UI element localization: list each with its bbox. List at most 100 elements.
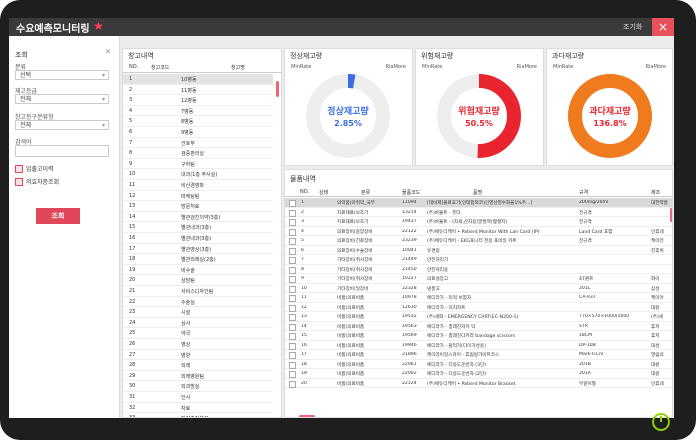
warehouse-type-select[interactable]: 전체 ▾ [15, 120, 109, 130]
row-checkbox[interactable] [289, 323, 296, 331]
reset-button[interactable]: 조기화 [623, 21, 642, 33]
power-icon[interactable] [652, 413, 670, 431]
table-row[interactable]: 5 의료장비(진료장비 23239 (주)에듀디케어 - EKG포니터 전용 포비일 … [285, 236, 672, 246]
item-name-cell: 의료설장고 [427, 277, 449, 282]
spec-cell: Land Card 포함 [579, 229, 613, 235]
search-button[interactable]: 조회 [36, 208, 80, 224]
table-row[interactable]: 5 8병동 [123, 116, 273, 127]
table-row[interactable]: 6 의료장비(수술장비 10041 유경링 진휴위 [285, 246, 672, 255]
table-row[interactable]: 17 별관영상(3층) [123, 244, 273, 255]
table-row[interactable]: 9 구하팀 [123, 159, 273, 170]
table-row[interactable]: 2 치료재료(보조기 13214 (주)바울트 - 퓨타 전규격 [285, 208, 672, 217]
row-checkbox[interactable] [289, 285, 296, 293]
table-row[interactable]: 18 비품(의료비품 22061 에디라가 - 다용도운반자 (3단) 201B 대원 [285, 360, 672, 369]
row-checkbox[interactable] [289, 209, 296, 217]
row-checkbox[interactable] [289, 266, 296, 274]
grade-select[interactable]: 전체 ▾ [15, 94, 109, 104]
row-checkbox[interactable] [289, 295, 296, 302]
row-checkbox[interactable] [289, 304, 296, 312]
table-row[interactable]: 2 11병동 [123, 85, 273, 96]
close-window-button[interactable]: × [652, 18, 674, 36]
table-row[interactable]: 10 내과(1층 주사실) [123, 169, 273, 180]
table-row[interactable]: 15 별관내과(3층) [123, 222, 273, 233]
stock-scrollbar-vertical[interactable] [670, 208, 672, 222]
table-row[interactable]: 12 비품(의료비품 12630 에디라가 - 처치카트 대원 [285, 303, 672, 312]
table-row[interactable]: 15 비품(의료비품 19569 에디라가 - 총래진다카라 bandage scis… [285, 331, 672, 341]
table-row[interactable]: 12 마케팅팀 [123, 191, 273, 202]
row-checkbox[interactable] [289, 219, 296, 226]
table-row[interactable]: 1 10병동 [123, 74, 273, 85]
row-checkbox[interactable] [289, 371, 296, 378]
warehouse-scrollbar[interactable] [276, 81, 279, 97]
item-code-cell: 12630 [402, 304, 417, 310]
table-row[interactable]: 3 치료재료(보조기 19437 (주)바울트 - (자세,산자용)말발목(짧절지) 전… [285, 217, 672, 227]
table-row[interactable]: 33 전략추진본부 [123, 413, 273, 417]
table-row[interactable]: 19 비수술 [123, 265, 273, 276]
table-row[interactable]: 3 12병동 [123, 95, 273, 106]
table-row[interactable]: 21 서비스디자인팀 [123, 286, 273, 297]
history-checkbox[interactable]: 입출고이력 [15, 164, 54, 174]
table-row[interactable]: 22 수술실 [123, 297, 273, 308]
table-row[interactable]: 9 기타장비(취사장비 10227 의료설장고 47퀀트 화이 [285, 274, 672, 284]
table-row[interactable]: 7 기타장비(취사장비 21449 안전처리기 [285, 255, 672, 265]
stock-scrollbar-horizontal[interactable] [299, 415, 315, 417]
table-row[interactable]: 18 별관외래실(2층) [123, 254, 273, 265]
table-row[interactable]: 27 영양 [123, 350, 273, 361]
warehouse-name: 전략추진본부 [181, 415, 209, 417]
table-row[interactable]: 20 비품(의료비품 22124 (주)에듀디케어 • Patient Monitor… [285, 379, 672, 388]
category-cell: 기타장비(취사장비 [337, 267, 373, 273]
table-row[interactable]: 7 건호부 [123, 138, 273, 149]
row-checkbox[interactable] [289, 361, 296, 369]
row-checkbox[interactable] [289, 228, 296, 236]
table-row[interactable]: 6 9병동 [123, 127, 273, 138]
inefficient-stock-checkbox[interactable]: 저효자증조회 [15, 177, 59, 187]
category-cell: 비품(의료비품 [337, 343, 365, 349]
table-row[interactable]: 13 비품(의료비품 19532 (주)세화 - EMERGENCY CART(EC-… [285, 312, 672, 322]
table-row[interactable]: 4 7병동 [123, 106, 273, 117]
table-row[interactable]: 31 인사 [123, 392, 273, 403]
row-checkbox[interactable] [289, 380, 296, 388]
category-select[interactable]: 선택 ▾ [15, 70, 109, 80]
table-row[interactable]: 29 외래병원팀 [123, 371, 273, 382]
row-checkbox[interactable] [289, 200, 296, 207]
table-row[interactable]: 14 별관검진의약(3층) [123, 212, 273, 223]
grade-select-value: 전체 [20, 96, 32, 103]
row-checkbox[interactable] [289, 247, 296, 255]
warehouse-name: 검증판리실 [181, 151, 205, 158]
table-row[interactable]: 26 영상 [123, 339, 273, 350]
table-row[interactable]: 8 검증판리실 [123, 148, 273, 159]
table-row[interactable]: 32 자료 [123, 403, 273, 414]
table-row[interactable]: 11 비품(의료비품 10978 에디라가 - 미적 보험자 CA-937 케이아 [285, 293, 672, 303]
table-row[interactable]: 20 상담팀 [123, 275, 273, 286]
table-row[interactable]: 16 별관내과(3층) [123, 233, 273, 244]
table-row[interactable]: 14 비품(의료비품 19563 에디라가 - 총래진처카 턱 STR 휴저 [285, 322, 672, 331]
table-row[interactable]: 30 외과방실 [123, 381, 273, 392]
row-checkbox[interactable] [289, 276, 296, 283]
close-panel-icon[interactable]: ✕ [105, 48, 111, 56]
table-row[interactable]: 13 방문처료 [123, 201, 273, 212]
table-row[interactable]: 28 외래 [123, 360, 273, 371]
row-checkbox[interactable] [289, 352, 296, 359]
table-row[interactable]: 11 비산경영파 [123, 180, 273, 191]
row-checkbox[interactable] [289, 314, 296, 321]
table-row[interactable]: 1 의약품(마취약_국부 11094 [대비제]볼료효기(인데합외코)인영산영수화을1… [285, 198, 672, 208]
table-row[interactable]: 4 의료장비(중앙장비 22122 (주)에듀디케어 • Patient Monito… [285, 227, 672, 236]
row-number: 17 [301, 352, 307, 357]
favorite-star-icon[interactable]: ★ [93, 19, 104, 33]
row-checkbox[interactable] [289, 257, 296, 264]
keyword-input[interactable] [15, 145, 109, 157]
table-row[interactable]: 17 비품(의료비품 21896 케이라이일스커어 - 휴림방가미트코스 Mark-II… [285, 350, 672, 360]
table-row[interactable]: 10 기타장비(일장비 22328 냉풍고 201L 삼성 [285, 284, 672, 293]
table-row[interactable]: 19 비품(의료비품 22062 에디라가 - 다용도운반자 (2단) 201A 대원 [285, 369, 672, 379]
item-name-cell: (주)에듀디케어 • Patient Monitor Bracket [427, 381, 516, 387]
row-checkbox[interactable] [289, 333, 296, 340]
warehouse-name: 11병동 [181, 87, 197, 94]
row-checkbox[interactable] [289, 342, 296, 350]
table-row[interactable]: 24 심사 [123, 318, 273, 329]
warehouse-name: 약국 [181, 331, 191, 338]
table-row[interactable]: 23 시설 [123, 307, 273, 318]
table-row[interactable]: 16 비품(의료비품 19946 에디라가 - 탈억거(다이가성용) DP-108 대성 [285, 341, 672, 350]
row-checkbox[interactable] [289, 238, 296, 245]
table-row[interactable]: 25 약국 [123, 328, 273, 339]
table-row[interactable]: 8 기타장비(취사장비 21450 안전처리용 [285, 265, 672, 274]
